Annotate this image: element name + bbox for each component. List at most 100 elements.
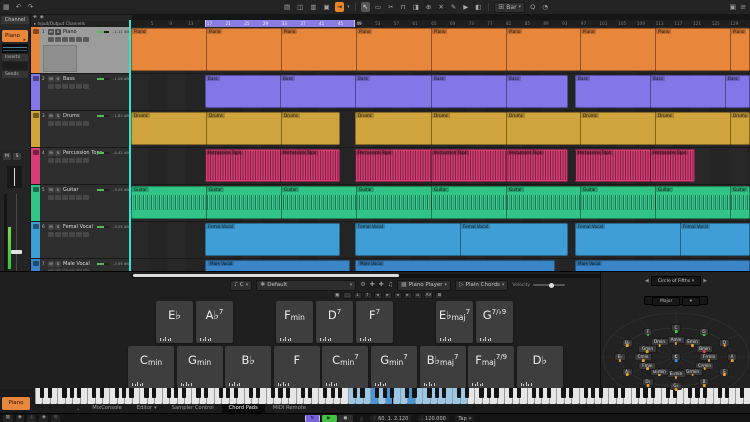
inspector-section-inserts[interactable]: Inserts [2, 54, 28, 61]
track-row[interactable]: 3MSDrums-1.63 dB [31, 111, 130, 148]
routing-dropdown-icon[interactable]: ◆ [39, 415, 48, 422]
piano-key-black[interactable] [703, 388, 707, 398]
object-selection-tool[interactable]: ↖ [361, 2, 370, 12]
piano-key-black[interactable] [405, 388, 409, 398]
piano-key-black[interactable] [666, 388, 670, 398]
project-cursor[interactable] [129, 20, 131, 271]
record-button[interactable]: ● [338, 415, 353, 422]
freeze-button[interactable] [69, 37, 75, 42]
lane-button[interactable] [76, 84, 82, 89]
play-button[interactable]: ▶ [322, 415, 337, 422]
cycle-button[interactable]: ↻ [305, 415, 320, 422]
track-header[interactable]: 2MSBass-1.26 dB [40, 74, 130, 110]
piano-key-black[interactable] [100, 388, 104, 398]
piano-key-black[interactable] [338, 388, 342, 398]
track-row[interactable]: 2MSBass-1.26 dB [31, 74, 130, 111]
piano-key-black[interactable] [412, 388, 416, 398]
piano-key-black[interactable] [435, 388, 439, 398]
piano-key-black[interactable] [584, 388, 588, 398]
piano-key-black[interactable] [375, 388, 379, 398]
split-tool[interactable]: ✂ [386, 2, 395, 12]
collapse-zone-icon[interactable]: ⌄ [76, 406, 80, 412]
octave-up-icon[interactable]: ↑ [364, 292, 372, 299]
piano-key-black[interactable] [226, 388, 230, 398]
tab-mixconsole[interactable]: MixConsole [85, 404, 129, 413]
track-row[interactable]: 6MSFemal Vocal-3.05 dB [31, 222, 130, 259]
transpose-left-icon[interactable]: ◂ [374, 292, 382, 299]
piano-key-black[interactable] [115, 388, 119, 398]
solo-button[interactable]: S [55, 76, 61, 82]
chord-pad[interactable]: G7/♭9 [476, 301, 513, 343]
mute-button[interactable]: M [48, 261, 54, 267]
piano-key-black[interactable] [234, 388, 238, 398]
velocity-control[interactable]: Velocity [512, 283, 565, 288]
fader-handle[interactable] [11, 250, 22, 254]
piano-keyboard[interactable] [35, 388, 750, 404]
piano-key-black[interactable] [62, 388, 66, 398]
edit-channel-button[interactable] [62, 84, 68, 89]
chord-pad[interactable]: F [274, 346, 320, 388]
monitor-button[interactable] [55, 37, 61, 42]
piano-key-black[interactable] [167, 388, 171, 398]
piano-key-black[interactable] [182, 388, 186, 398]
clip-drums[interactable]: DrumsDrumsDrums [131, 112, 340, 145]
velocity-slider[interactable] [533, 284, 565, 286]
chord-pad[interactable]: D♭ [517, 346, 563, 388]
circle-node-Gb[interactable]: G♭ [670, 382, 682, 390]
track-header[interactable]: 4MSPercussion Tops-4.42 dB [40, 148, 130, 184]
freeze-button[interactable] [69, 84, 75, 89]
chord-pad[interactable]: Gmin [177, 346, 223, 388]
circle-node-F[interactable]: F [643, 328, 652, 336]
circle-node-Bmin[interactable]: Bmin [696, 345, 714, 353]
lane-button[interactable] [76, 37, 82, 42]
piano-key-black[interactable] [204, 388, 208, 398]
record-enable-button[interactable] [48, 158, 54, 163]
clip-bass[interactable]: BassBassBass [575, 75, 750, 108]
chord-symbol-icon[interactable]: ♫ [388, 282, 393, 288]
piano-key-black[interactable] [256, 388, 260, 398]
tab-chord-pads[interactable]: Chord Pads [222, 404, 265, 413]
prev-view-icon[interactable]: ◀ [645, 278, 649, 284]
circle-node-Bb[interactable]: B♭ [622, 339, 634, 347]
record-enable-button[interactable] [48, 121, 54, 126]
piano-key-black[interactable] [643, 388, 647, 398]
chord-pad[interactable]: Cmin7 [322, 346, 368, 388]
mute-button[interactable]: M [48, 224, 54, 230]
track-header[interactable]: 1MSPiano-1.11 dB [40, 27, 130, 73]
chord-pad[interactable]: Fmaj7/9 [468, 346, 514, 388]
zoom-tool[interactable]: ⊕ [424, 2, 433, 12]
piano-key-black[interactable] [278, 388, 282, 398]
inspector-channel-selector[interactable]: Piano ▸ [2, 30, 28, 42]
track-header[interactable]: 6MSFemal Vocal-3.05 dB [40, 222, 130, 258]
circle-node-Dmin[interactable]: Dmin [650, 338, 668, 346]
tap-tempo-button[interactable]: Tap ▾ [455, 415, 474, 422]
clip-femal-vocal[interactable]: Femal VocalFemal Vocal [355, 223, 568, 256]
piano-key-black[interactable] [539, 388, 543, 398]
piano-key-black[interactable] [323, 388, 327, 398]
inspector-tab-channel[interactable]: Channel [1, 16, 29, 24]
lock-icon[interactable]: ⌂ [414, 292, 422, 299]
mute-button[interactable]: M [48, 113, 54, 119]
erase-tool[interactable]: ◨ [411, 2, 421, 12]
circle-node-A[interactable]: A [727, 353, 737, 361]
piano-key-black[interactable] [569, 388, 573, 398]
list-icon[interactable]: ≡ [51, 415, 60, 422]
tab-editor[interactable]: Editor▾ [130, 404, 164, 413]
solo-button[interactable]: S [13, 153, 21, 160]
track-row[interactable]: 7MSMale Vocal-3.95 dB [31, 259, 130, 271]
timebase-button[interactable] [83, 84, 89, 89]
piano-key-black[interactable] [494, 388, 498, 398]
piano-key-black[interactable] [249, 388, 253, 398]
history-icon[interactable]: ◫ [295, 2, 305, 12]
piano-key-black[interactable] [48, 388, 52, 398]
piano-key-black[interactable] [70, 388, 74, 398]
tab-midi-remote[interactable]: MIDI Remote [266, 404, 313, 413]
clip-male-vocal[interactable]: Male Vocal [355, 260, 555, 271]
snap-icon[interactable]: ⇥ [335, 2, 344, 12]
mute-button[interactable]: M [48, 150, 54, 156]
chord-pad[interactable]: A♭7 [196, 301, 233, 343]
piano-key-black[interactable] [621, 388, 625, 398]
chord-pad[interactable]: B♭ [225, 346, 271, 388]
piano-key-black[interactable] [651, 388, 655, 398]
piano-key-black[interactable] [695, 388, 699, 398]
